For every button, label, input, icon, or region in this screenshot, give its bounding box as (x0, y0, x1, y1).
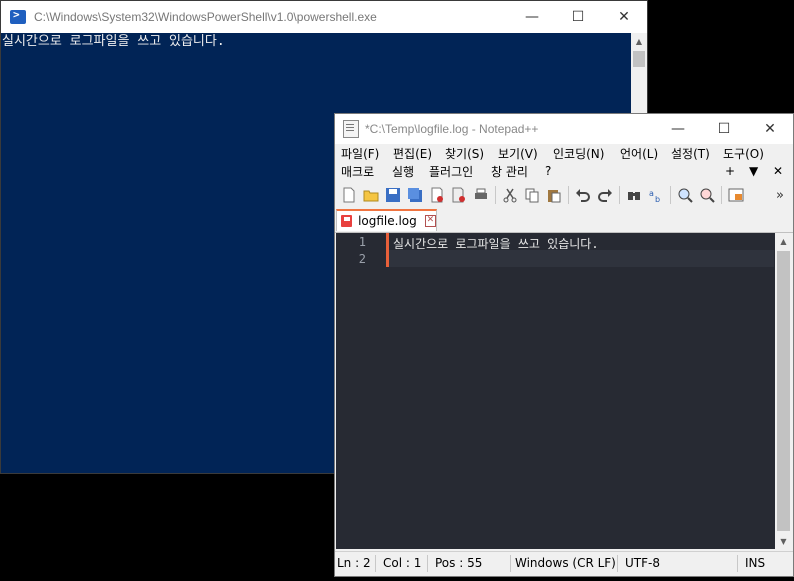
open-file-icon[interactable] (362, 186, 380, 204)
editor-scrollbar[interactable]: ▲ ▼ (775, 233, 792, 549)
close-file-icon[interactable] (428, 186, 446, 204)
line-number: 2 (358, 252, 366, 266)
minimize-button[interactable]: — (655, 114, 701, 144)
status-column: Col : 1 (383, 556, 422, 570)
zoom-out-icon[interactable] (698, 186, 716, 204)
svg-text:a: a (649, 189, 654, 198)
toolbar: ab » (335, 182, 793, 208)
status-bar: Ln : 2 Col : 1 Pos : 55 Windows (CR LF) … (335, 551, 793, 576)
maximize-icon: ☐ (571, 9, 585, 25)
notepadpp-title: *C:\Temp\logfile.log - Notepad++ (365, 122, 539, 136)
minimize-icon: — (525, 9, 539, 25)
notepadpp-window: *C:\Temp\logfile.log - Notepad++ — ☐ ✕ 파… (334, 113, 794, 577)
maximize-icon: ☐ (717, 121, 731, 137)
save-all-icon[interactable] (406, 186, 424, 204)
menu-view[interactable]: 보기(V) (498, 145, 538, 162)
status-separator (737, 555, 738, 572)
powershell-titlebar[interactable]: C:\Windows\System32\WindowsPowerShell\v1… (1, 1, 647, 33)
close-all-icon[interactable] (450, 186, 468, 204)
powershell-title: C:\Windows\System32\WindowsPowerShell\v1… (34, 10, 377, 24)
menu-window[interactable]: 창 관리 (491, 163, 528, 180)
menu-language[interactable]: 언어(L) (620, 145, 658, 162)
tab-bar: logfile.log ✕ (335, 208, 793, 233)
powershell-icon (10, 8, 26, 24)
status-separator (510, 555, 511, 572)
print-icon[interactable] (472, 186, 490, 204)
scroll-up-icon[interactable]: ▲ (775, 233, 792, 249)
toolbar-separator (670, 186, 671, 204)
zoom-in-icon[interactable] (676, 186, 694, 204)
menu-file[interactable]: 파일(F) (341, 145, 379, 162)
minimize-icon: — (671, 121, 685, 137)
status-separator (375, 555, 376, 572)
scroll-down-icon[interactable]: ▼ (775, 533, 792, 549)
menu-help[interactable]: ? (545, 164, 551, 178)
line-number: 1 (358, 235, 366, 249)
close-icon: ✕ (618, 9, 630, 25)
menu-edit[interactable]: 편집(E) (393, 145, 432, 162)
close-icon: ✕ (764, 121, 776, 137)
toolbar-separator (568, 186, 569, 204)
scroll-thumb[interactable] (777, 251, 790, 531)
new-file-icon[interactable] (340, 186, 358, 204)
find-icon[interactable] (625, 186, 643, 204)
tab-label: logfile.log (358, 214, 417, 228)
svg-text:b: b (655, 195, 660, 203)
menu-settings[interactable]: 설정(T) (671, 145, 710, 162)
copy-icon[interactable] (523, 186, 541, 204)
scroll-up-icon[interactable]: ▲ (631, 33, 647, 49)
close-doc-icon[interactable]: ✕ (773, 164, 783, 178)
close-button[interactable]: ✕ (601, 1, 647, 33)
menu-tools[interactable]: 도구(O) (723, 145, 764, 162)
cut-icon[interactable] (501, 186, 519, 204)
editor-area[interactable]: 1 2 실시간으로 로그파일을 쓰고 있습니다. ▲ ▼ (336, 233, 792, 549)
status-separator (427, 555, 428, 572)
replace-icon[interactable]: ab (647, 186, 665, 204)
tab-close-icon[interactable]: ✕ (424, 215, 436, 227)
scroll-thumb[interactable] (633, 51, 645, 67)
toolbar-overflow-icon[interactable]: » (771, 186, 789, 204)
toolbar-separator (495, 186, 496, 204)
notepadpp-icon (343, 120, 359, 138)
menubar-row2: 매크로 실행 플러그인 창 관리 ? + ▼ ✕ (335, 162, 793, 180)
minimize-button[interactable]: — (509, 1, 555, 33)
change-history-marker (386, 233, 389, 267)
menu-plugins[interactable]: 플러그인 (429, 163, 473, 180)
menu-search[interactable]: 찾기(S) (445, 145, 484, 162)
status-position: Pos : 55 (435, 556, 483, 570)
maximize-button[interactable]: ☐ (555, 1, 601, 33)
toolbar-separator (721, 186, 722, 204)
redo-icon[interactable] (596, 186, 614, 204)
tab-logfile[interactable]: logfile.log ✕ (336, 209, 437, 231)
save-icon[interactable] (384, 186, 402, 204)
status-encoding[interactable]: UTF-8 (625, 556, 660, 570)
add-icon[interactable]: + (725, 164, 735, 178)
maximize-button[interactable]: ☐ (701, 114, 747, 144)
menu-encoding[interactable]: 인코딩(N) (553, 145, 604, 162)
close-button[interactable]: ✕ (747, 114, 793, 144)
line-number-gutter: 1 2 (336, 233, 386, 549)
status-separator (617, 555, 618, 572)
status-eol[interactable]: Windows (CR LF) (515, 556, 616, 570)
unsaved-icon (341, 215, 353, 227)
status-line: Ln : 2 (337, 556, 371, 570)
menu-macro[interactable]: 매크로 (341, 163, 374, 180)
menubar: 파일(F) 편집(E) 찾기(S) 보기(V) 인코딩(N) 언어(L) 설정(… (335, 144, 793, 162)
code-line[interactable]: 실시간으로 로그파일을 쓰고 있습니다. (393, 235, 599, 252)
status-insert-mode[interactable]: INS (745, 556, 765, 570)
sync-scroll-icon[interactable] (727, 186, 745, 204)
paste-icon[interactable] (545, 186, 563, 204)
dropdown-icon[interactable]: ▼ (749, 164, 758, 178)
toolbar-separator (619, 186, 620, 204)
notepadpp-titlebar[interactable]: *C:\Temp\logfile.log - Notepad++ — ☐ ✕ (335, 114, 793, 144)
menu-run[interactable]: 실행 (392, 163, 414, 180)
code-text[interactable]: 실시간으로 로그파일을 쓰고 있습니다. (393, 233, 774, 549)
undo-icon[interactable] (574, 186, 592, 204)
